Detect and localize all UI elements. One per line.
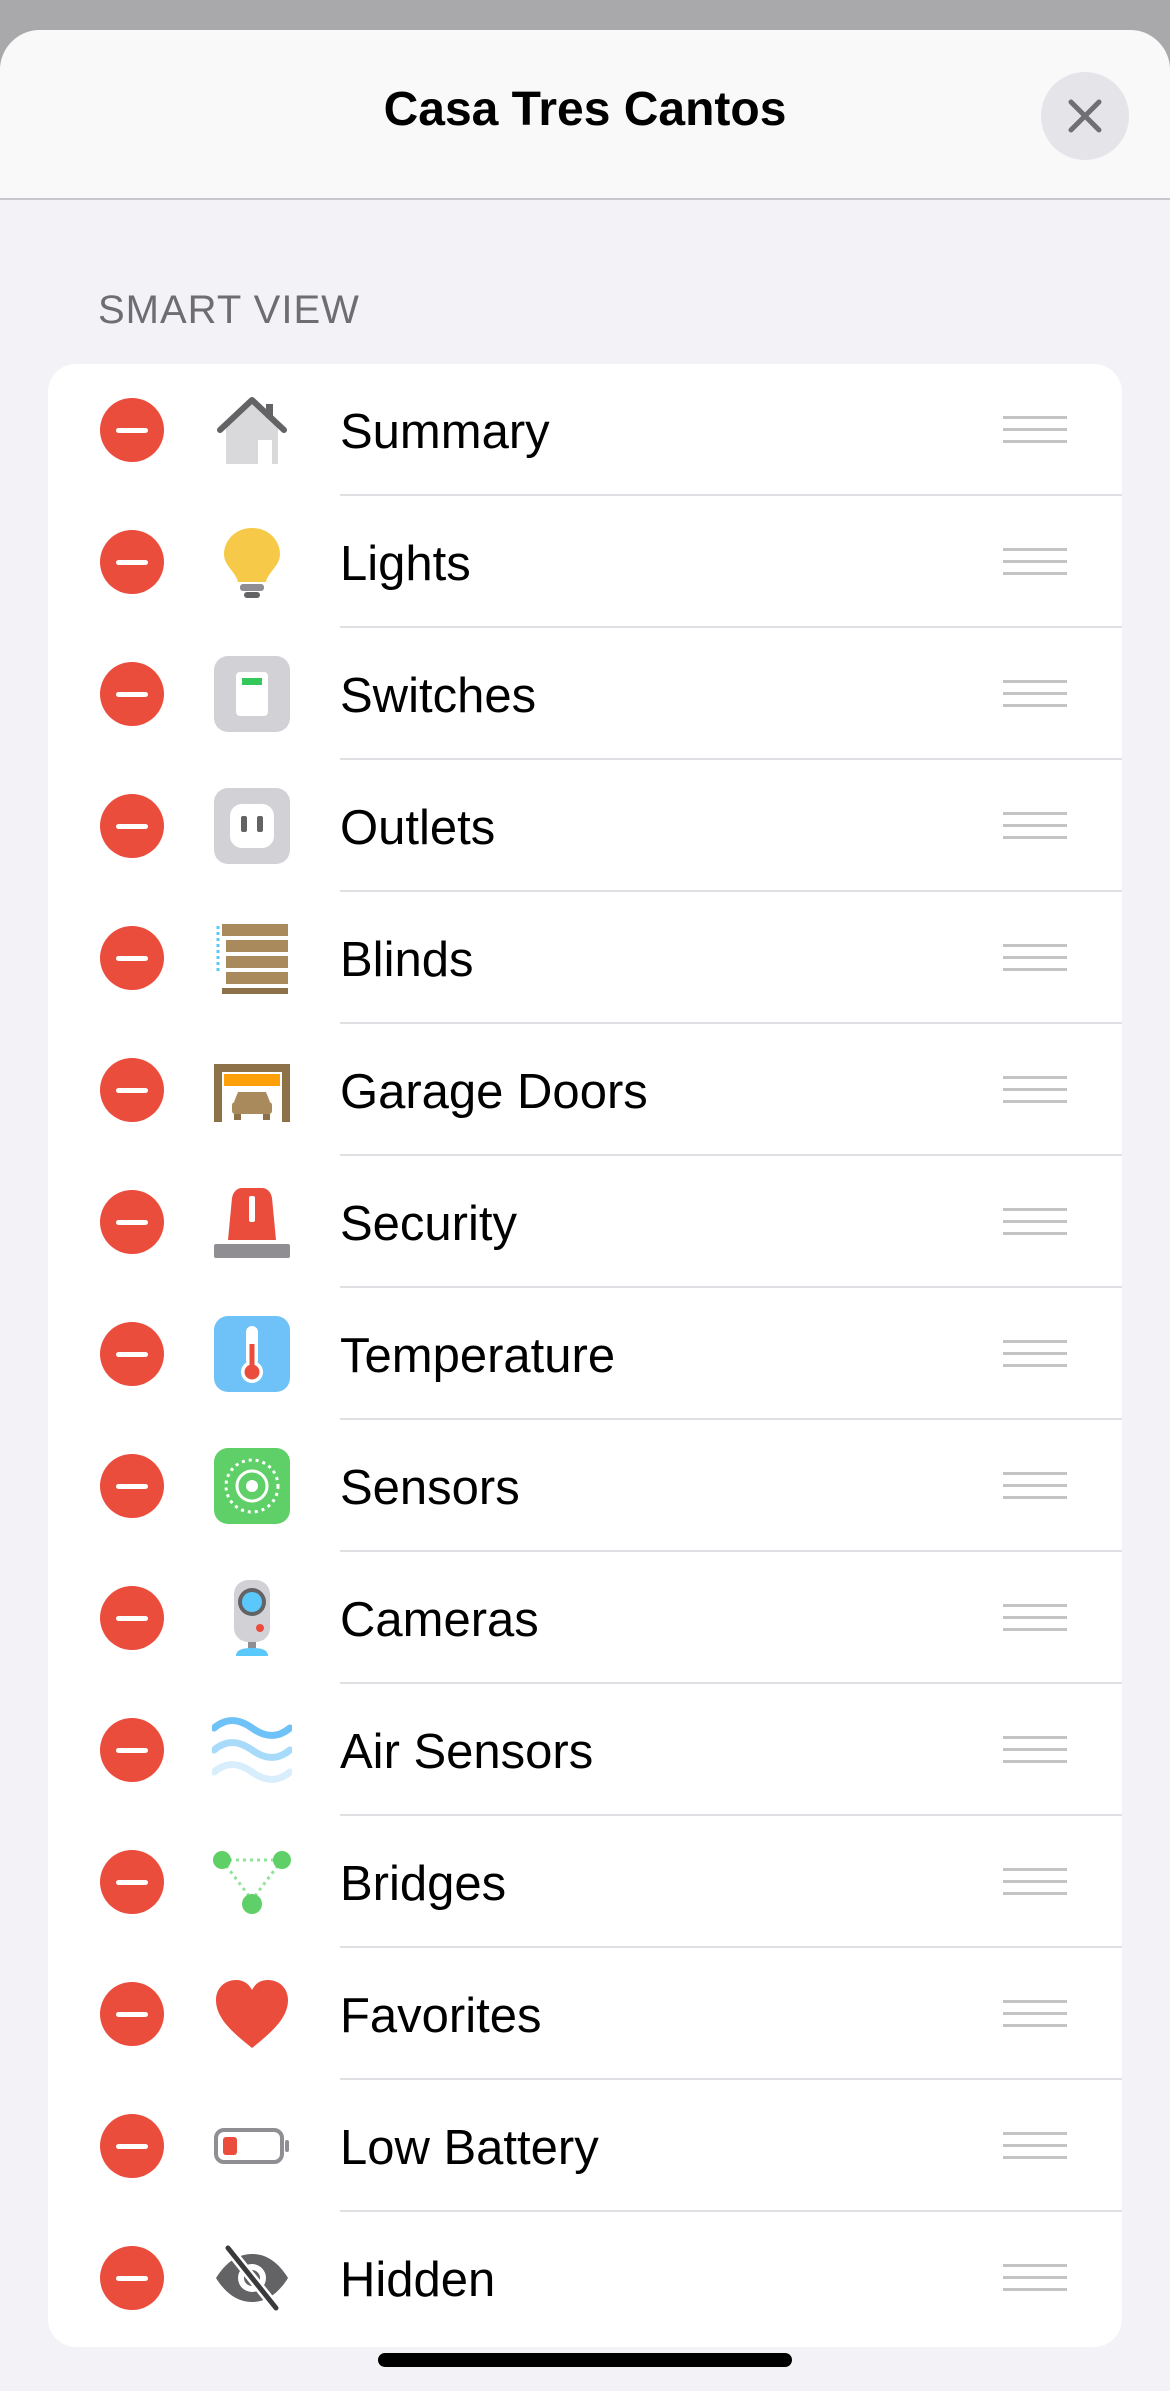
remove-button[interactable]	[100, 530, 164, 594]
item-label: Outlets	[340, 801, 496, 855]
item-label: Temperature	[340, 1329, 616, 1383]
reorder-handle[interactable]	[1003, 1604, 1067, 1634]
heart-icon	[212, 1974, 292, 2054]
blinds-icon	[212, 918, 292, 998]
battery-low-icon	[212, 2106, 292, 2186]
item-label: Low Battery	[340, 2121, 599, 2175]
remove-button[interactable]	[100, 1454, 164, 1518]
remove-button[interactable]	[100, 926, 164, 990]
garage-icon	[212, 1050, 292, 1130]
lightbulb-icon	[212, 522, 292, 602]
list-item[interactable]: Favorites	[48, 1948, 1122, 2080]
reorder-handle[interactable]	[1003, 680, 1067, 710]
reorder-handle[interactable]	[1003, 1868, 1067, 1898]
remove-button[interactable]	[100, 1586, 164, 1650]
alarm-light-icon	[212, 1182, 292, 1262]
reorder-handle[interactable]	[1003, 1340, 1067, 1370]
item-label: Switches	[340, 669, 537, 723]
item-label: Garage Doors	[340, 1065, 648, 1119]
item-label: Air Sensors	[340, 1725, 594, 1779]
remove-button[interactable]	[100, 1850, 164, 1914]
list-item[interactable]: Outlets	[48, 760, 1122, 892]
list-item[interactable]: Air Sensors	[48, 1684, 1122, 1816]
house-icon	[212, 390, 292, 470]
reorder-handle[interactable]	[1003, 2264, 1067, 2294]
list-item[interactable]: Security	[48, 1156, 1122, 1288]
item-label: Favorites	[340, 1989, 542, 2043]
list-item[interactable]: Lights	[48, 496, 1122, 628]
reorder-handle[interactable]	[1003, 812, 1067, 842]
section-header: SMART VIEW	[98, 288, 360, 332]
remove-button[interactable]	[100, 2246, 164, 2310]
bridge-icon	[212, 1842, 292, 1922]
xmark-icon	[1068, 99, 1102, 133]
camera-icon	[212, 1578, 292, 1658]
outlet-icon	[212, 786, 292, 866]
home-indicator	[378, 2353, 792, 2367]
item-label: Cameras	[340, 1593, 539, 1647]
item-label: Hidden	[340, 2253, 496, 2307]
remove-button[interactable]	[100, 2114, 164, 2178]
list-item[interactable]: Garage Doors	[48, 1024, 1122, 1156]
list-item[interactable]: Blinds	[48, 892, 1122, 1024]
close-button[interactable]	[1041, 72, 1129, 160]
remove-button[interactable]	[100, 794, 164, 858]
thermometer-icon	[212, 1314, 292, 1394]
remove-button[interactable]	[100, 1322, 164, 1386]
air-waves-icon	[212, 1710, 292, 1790]
list-item[interactable]: Low Battery	[48, 2080, 1122, 2212]
reorder-handle[interactable]	[1003, 1736, 1067, 1766]
reorder-handle[interactable]	[1003, 2132, 1067, 2162]
remove-button[interactable]	[100, 1190, 164, 1254]
remove-button[interactable]	[100, 1718, 164, 1782]
eye-slash-icon	[212, 2238, 292, 2318]
item-label: Security	[340, 1197, 518, 1251]
item-label: Summary	[340, 405, 550, 459]
item-label: Sensors	[340, 1461, 520, 1515]
reorder-handle[interactable]	[1003, 944, 1067, 974]
item-label: Bridges	[340, 1857, 507, 1911]
list-item[interactable]: Temperature	[48, 1288, 1122, 1420]
item-label: Lights	[340, 537, 471, 591]
reorder-handle[interactable]	[1003, 2000, 1067, 2030]
edit-sheet: Casa Tres Cantos SMART VIEW Summary Ligh…	[0, 30, 1170, 2391]
smart-view-list: Summary Lights Switches Outlets Blinds G…	[48, 364, 1122, 2347]
remove-button[interactable]	[100, 662, 164, 726]
list-item[interactable]: Switches	[48, 628, 1122, 760]
list-item[interactable]: Sensors	[48, 1420, 1122, 1552]
switch-icon	[212, 654, 292, 734]
reorder-handle[interactable]	[1003, 1208, 1067, 1238]
page-title: Casa Tres Cantos	[383, 83, 787, 136]
list-item[interactable]: Summary	[48, 364, 1122, 496]
sheet-header: Casa Tres Cantos	[0, 30, 1170, 200]
remove-button[interactable]	[100, 1058, 164, 1122]
sensor-icon	[212, 1446, 292, 1526]
reorder-handle[interactable]	[1003, 1472, 1067, 1502]
item-label: Blinds	[340, 933, 474, 987]
reorder-handle[interactable]	[1003, 416, 1067, 446]
list-item[interactable]: Cameras	[48, 1552, 1122, 1684]
list-item[interactable]: Hidden	[48, 2212, 1122, 2344]
list-item[interactable]: Bridges	[48, 1816, 1122, 1948]
reorder-handle[interactable]	[1003, 548, 1067, 578]
reorder-handle[interactable]	[1003, 1076, 1067, 1106]
remove-button[interactable]	[100, 1982, 164, 2046]
remove-button[interactable]	[100, 398, 164, 462]
